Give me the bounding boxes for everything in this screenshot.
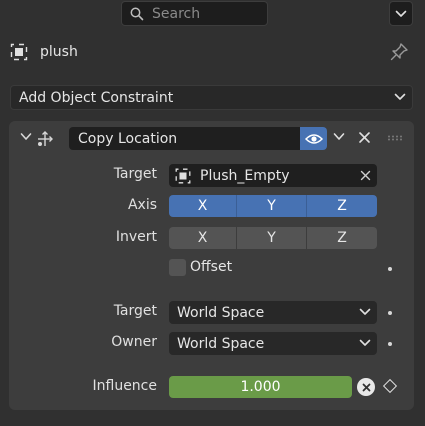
owner-space-label: Owner (111, 334, 157, 350)
pin-icon[interactable] (389, 42, 409, 62)
chevron-down-icon (359, 339, 371, 346)
constraint-visibility-toggle[interactable] (300, 127, 327, 150)
copy-location-constraint-icon (38, 131, 53, 146)
drag-handle-icon[interactable] (387, 135, 403, 141)
filter-dropdown-button[interactable] (389, 1, 413, 26)
object-icon (10, 43, 28, 61)
chevron-down-icon (395, 10, 407, 17)
add-object-constraint-dropdown[interactable]: Add Object Constraint (10, 85, 413, 110)
axis-toggle-group: X Y Z (169, 195, 377, 217)
invert-x-toggle[interactable]: X (169, 227, 237, 249)
invert-toggle-group: X Y Z (169, 227, 377, 249)
target-space-keyframe-dot[interactable] (388, 311, 392, 315)
influence-value: 1.000 (240, 379, 281, 395)
disable-keep-transform-button[interactable] (357, 378, 375, 396)
search-input[interactable]: Search (121, 1, 268, 26)
offset-label: Offset (190, 259, 233, 275)
eye-icon (304, 133, 323, 144)
owner-space-dropdown[interactable]: World Space (169, 332, 377, 355)
target-object-field[interactable]: Plush_Empty (169, 164, 377, 187)
target-space-label: Target (113, 303, 157, 319)
delete-constraint-close-icon[interactable] (358, 131, 371, 144)
panel-collapse-chevron-icon[interactable] (20, 132, 32, 142)
object-name: plush (40, 44, 78, 60)
influence-slider[interactable]: 1.000 (169, 376, 352, 398)
axis-y-toggle[interactable]: Y (237, 195, 307, 217)
axis-x-toggle[interactable]: X (169, 195, 237, 217)
add-object-constraint-label: Add Object Constraint (19, 89, 174, 106)
search-icon (130, 7, 144, 20)
constraint-name: Copy Location (78, 130, 178, 147)
target-space-value: World Space (177, 304, 265, 321)
close-icon (362, 383, 370, 391)
offset-checkbox[interactable] (169, 259, 186, 276)
invert-label: Invert (115, 229, 157, 245)
axis-z-toggle[interactable]: Z (307, 195, 377, 217)
target-label: Target (113, 166, 157, 182)
owner-space-value: World Space (177, 335, 265, 352)
chevron-down-icon (359, 308, 371, 315)
object-header: plush (10, 40, 78, 64)
offset-keyframe-dot[interactable] (388, 267, 392, 271)
target-space-dropdown[interactable]: World Space (169, 301, 377, 324)
invert-z-toggle[interactable]: Z (307, 227, 377, 249)
owner-space-keyframe-dot[interactable] (388, 342, 392, 346)
target-object-name: Plush_Empty (200, 167, 290, 184)
clear-target-close-icon[interactable] (360, 170, 371, 181)
chevron-down-icon (394, 93, 406, 100)
influence-label: Influence (92, 378, 158, 394)
invert-y-toggle[interactable]: Y (237, 227, 307, 249)
axis-label: Axis (127, 197, 157, 213)
constraint-name-field[interactable]: Copy Location (69, 127, 300, 150)
search-placeholder: Search (152, 5, 201, 22)
constraint-menu-chevron-icon[interactable] (333, 132, 345, 142)
object-icon (175, 168, 191, 183)
